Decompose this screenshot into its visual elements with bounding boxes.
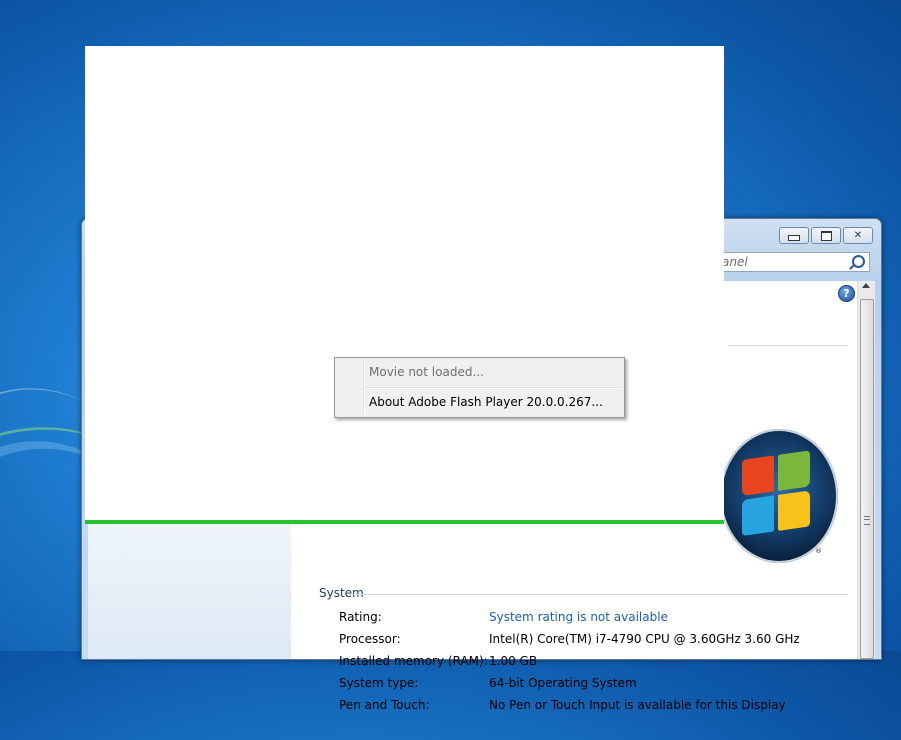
minimize-icon <box>788 234 800 241</box>
info-label: Processor: <box>339 632 401 646</box>
flash-context-menu: Movie not loaded... About Adobe Flash Pl… <box>334 357 625 418</box>
menu-separator <box>365 387 622 389</box>
divider <box>349 594 848 595</box>
info-value: 1.00 GB <box>489 654 538 668</box>
section-title: System <box>319 586 364 600</box>
caption-buttons: ✕ <box>779 227 873 244</box>
windows-flag-icon <box>742 450 812 540</box>
info-value: Intel(R) Core(TM) i7-4790 CPU @ 3.60GHz … <box>489 632 800 646</box>
info-label: Rating: <box>339 610 382 624</box>
scrollbar-thumb[interactable] <box>860 299 874 659</box>
info-row-system-type: System type: 64-bit Operating System <box>339 675 800 697</box>
maximize-icon <box>820 230 832 241</box>
info-row-rating: Rating: System rating is not available <box>339 609 800 631</box>
info-row-processor: Processor: Intel(R) Core(TM) i7-4790 CPU… <box>339 631 800 653</box>
maximize-button[interactable] <box>811 227 841 244</box>
system-rating-link[interactable]: System rating is not available <box>489 609 668 631</box>
menu-item-movie-not-loaded: Movie not loaded... <box>369 365 484 379</box>
registered-mark: ® <box>815 547 822 555</box>
windows-logo <box>720 429 838 563</box>
divider <box>728 345 848 346</box>
scroll-up-icon[interactable] <box>862 283 870 288</box>
help-icon[interactable]: ? <box>838 285 855 302</box>
search-placeholder: anel <box>722 255 748 269</box>
info-value: No Pen or Touch Input is available for t… <box>489 698 786 712</box>
vertical-scrollbar[interactable] <box>857 281 875 659</box>
info-label: System type: <box>339 676 419 690</box>
scrollbar-grip-icon <box>864 516 870 525</box>
info-label: Pen and Touch: <box>339 698 430 712</box>
loading-progress-bar <box>85 520 724 524</box>
info-value: 64-bit Operating System <box>489 676 637 690</box>
search-icon[interactable] <box>852 255 865 268</box>
system-info-table: Rating: System rating is not available P… <box>339 609 800 719</box>
menu-item-about-flash-player[interactable]: About Adobe Flash Player 20.0.0.267... <box>369 391 603 413</box>
close-button[interactable]: ✕ <box>843 227 873 244</box>
close-icon: ✕ <box>853 230 863 241</box>
info-row-memory: Installed memory (RAM): 1.00 GB <box>339 653 800 675</box>
info-row-pen-touch: Pen and Touch: No Pen or Touch Input is … <box>339 697 800 719</box>
info-label: Installed memory (RAM): <box>339 654 488 668</box>
flash-player-window[interactable] <box>85 46 724 524</box>
search-input[interactable]: anel <box>717 252 870 272</box>
minimize-button[interactable] <box>779 227 809 244</box>
